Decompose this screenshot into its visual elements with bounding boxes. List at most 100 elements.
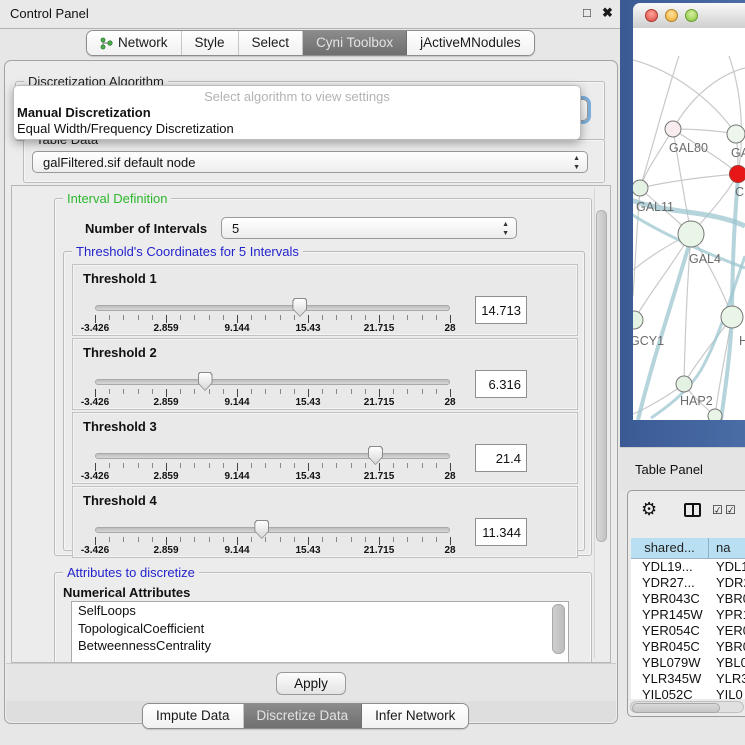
- table-data-value: galFiltered.sif default node: [43, 155, 195, 170]
- apply-button[interactable]: Apply: [276, 672, 346, 695]
- panel-scrollbar-thumb[interactable]: [596, 210, 607, 542]
- tab-style[interactable]: Style: [182, 31, 239, 55]
- float-window-icon[interactable]: □: [583, 5, 591, 20]
- network-node-label: GAL11: [636, 200, 674, 214]
- network-node-label: GAL80: [669, 141, 708, 155]
- table-row[interactable]: YER054CYER0: [631, 623, 745, 639]
- network-icon: [100, 37, 113, 50]
- threshold-panel: Threshold 1-3.4262.8599.14415.4321.71528…: [72, 264, 578, 336]
- tab-select[interactable]: Select: [239, 31, 304, 55]
- network-node[interactable]: [721, 306, 743, 328]
- tab-discretize-data[interactable]: Discretize Data: [244, 704, 363, 728]
- table-cell[interactable]: YBR0: [709, 591, 745, 607]
- tick-label: 9.144: [224, 545, 249, 556]
- table-cell[interactable]: YDL19...: [631, 559, 709, 575]
- table-cell[interactable]: YBR0: [709, 639, 745, 655]
- table-cell[interactable]: YBL0: [709, 655, 745, 671]
- network-node-label: GA: [731, 146, 745, 160]
- gear-icon[interactable]: ⚙: [641, 499, 657, 520]
- network-node[interactable]: [730, 166, 745, 183]
- select-columns-check-icon[interactable]: ☑: [712, 504, 723, 516]
- algorithm-dropdown: Select algorithm to view settings Manual…: [13, 85, 581, 140]
- table-cell[interactable]: YBR043C: [631, 591, 709, 607]
- node-table[interactable]: shared... na YDL19...YDL1YDR27...YDR2YBR…: [631, 538, 745, 699]
- numerical-attributes-list[interactable]: SelfLoopsTopologicalCoefficientBetweenne…: [71, 601, 569, 663]
- tab-impute-data[interactable]: Impute Data: [143, 704, 244, 728]
- network-canvas[interactable]: GAL80GACGAL11GAL4GCY1HHAP2: [633, 28, 745, 420]
- panel-scrollbar-track[interactable]: [594, 188, 608, 658]
- close-icon[interactable]: ✖: [602, 5, 613, 21]
- table-hscrollbar-thumb[interactable]: [632, 703, 720, 713]
- table-row[interactable]: YLR345WYLR3: [631, 671, 745, 687]
- dropdown-option[interactable]: Equal Width/Frequency Discretization: [14, 121, 580, 137]
- slider-tick-labels: -3.4262.8599.14415.4321.71528: [95, 339, 450, 409]
- threshold-value-input[interactable]: 6.316: [475, 370, 527, 398]
- slider-tick-labels: -3.4262.8599.14415.4321.71528: [95, 413, 450, 483]
- list-item[interactable]: SelfLoops: [72, 602, 568, 620]
- slider-tick-labels: -3.4262.8599.14415.4321.71528: [95, 487, 450, 557]
- list-item[interactable]: TopologicalCoefficient: [72, 620, 568, 638]
- table-row[interactable]: YDR27...YDR2: [631, 575, 745, 591]
- spinner-stepper-icon[interactable]: ▲▼: [502, 220, 509, 238]
- table-row[interactable]: YPR145WYPR1: [631, 607, 745, 623]
- table-row[interactable]: YDL19...YDL1: [631, 559, 745, 575]
- attributes-group-title: Attributes to discretize: [63, 565, 199, 580]
- top-tabbar: NetworkStyleSelect Cyni Toolbox jActiveMNo…: [86, 30, 535, 56]
- table-row[interactable]: YIL052CYIL0: [631, 687, 745, 699]
- combo-stepper-icon[interactable]: ▲▼: [573, 154, 580, 172]
- close-traffic-light-icon[interactable]: [645, 9, 658, 22]
- column-header-shared-name[interactable]: shared...: [631, 538, 709, 558]
- table-cell[interactable]: YDR27...: [631, 575, 709, 591]
- network-window-titlebar[interactable]: [633, 3, 745, 29]
- table-cell[interactable]: YIL0: [709, 687, 745, 699]
- control-panel-titlebar: Control Panel □ ✖: [0, 0, 620, 29]
- split-columns-icon[interactable]: [684, 503, 701, 517]
- thresholds-group-title: Threshold's Coordinates for 5 Intervals: [72, 244, 303, 259]
- tab-network[interactable]: Network: [87, 31, 182, 55]
- network-node[interactable]: [727, 125, 745, 143]
- tick-label: 2.859: [153, 323, 178, 334]
- network-node[interactable]: [665, 121, 681, 137]
- tab-jactivemnodules[interactable]: jActiveMNodules: [407, 31, 534, 55]
- dropdown-option[interactable]: Manual Discretization: [14, 105, 580, 121]
- table-cell[interactable]: YBL079W: [631, 655, 709, 671]
- number-of-intervals-label: Number of Intervals: [85, 221, 207, 236]
- table-cell[interactable]: YLR3: [709, 671, 745, 687]
- tab-infer-network[interactable]: Infer Network: [362, 704, 468, 728]
- network-node[interactable]: [633, 311, 643, 329]
- table-row[interactable]: YBR045CYBR0: [631, 639, 745, 655]
- network-node[interactable]: [676, 376, 692, 392]
- threshold-value-input[interactable]: 14.713: [475, 296, 527, 324]
- threshold-value-input[interactable]: 11.344: [475, 518, 527, 546]
- tab-cyni-toolbox[interactable]: Cyni Toolbox: [303, 31, 407, 55]
- network-edge: [673, 68, 745, 129]
- network-node[interactable]: [633, 180, 648, 196]
- threshold-value-input[interactable]: 21.4: [475, 444, 527, 472]
- minimize-traffic-light-icon[interactable]: [665, 9, 678, 22]
- table-data-select[interactable]: galFiltered.sif default node ▲▼: [32, 151, 588, 173]
- table-cell[interactable]: YDL1: [709, 559, 745, 575]
- list-item[interactable]: BetweennessCentrality: [72, 637, 568, 655]
- network-node[interactable]: [708, 409, 722, 420]
- table-row[interactable]: YBR043CYBR0: [631, 591, 745, 607]
- tick-label: 9.144: [224, 397, 249, 408]
- table-cell[interactable]: YER0: [709, 623, 745, 639]
- table-cell[interactable]: YPR145W: [631, 607, 709, 623]
- table-cell[interactable]: YER054C: [631, 623, 709, 639]
- table-cell[interactable]: YIL052C: [631, 687, 709, 699]
- table-row[interactable]: YBL079WYBL0: [631, 655, 745, 671]
- tick-label: 15.43: [295, 397, 320, 408]
- table-cell[interactable]: YBR045C: [631, 639, 709, 655]
- table-cell[interactable]: YPR1: [709, 607, 745, 623]
- number-of-intervals-spinner[interactable]: 5 ▲▼: [221, 217, 517, 239]
- network-node[interactable]: [678, 221, 704, 247]
- select-rows-check-icon[interactable]: ☑: [725, 504, 736, 516]
- table-cell[interactable]: YDR2: [709, 575, 745, 591]
- network-edge: [634, 234, 691, 320]
- attributes-list-scrollbar[interactable]: [552, 604, 565, 654]
- zoom-traffic-light-icon[interactable]: [685, 9, 698, 22]
- tab-label: Cyni Toolbox: [316, 31, 393, 55]
- table-hscrollbar-track[interactable]: [630, 701, 744, 713]
- column-header-name[interactable]: na: [709, 538, 745, 558]
- table-cell[interactable]: YLR345W: [631, 671, 709, 687]
